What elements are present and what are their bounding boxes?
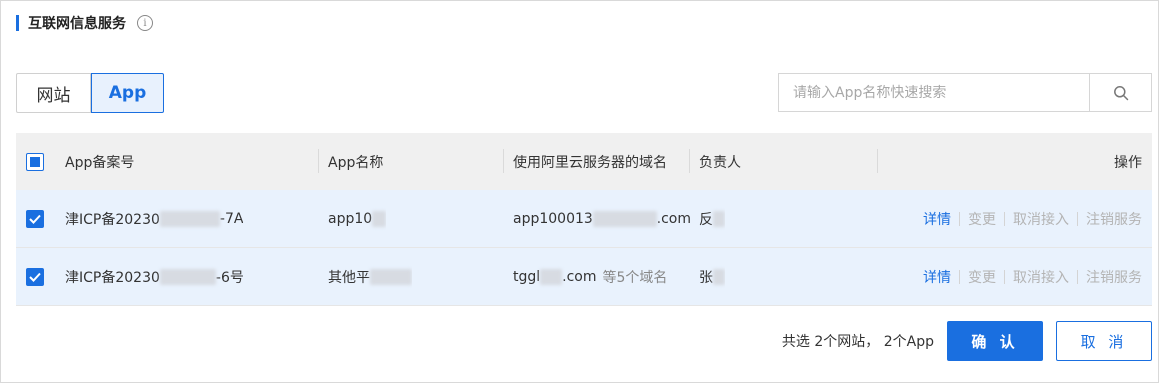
redacted-block bbox=[370, 268, 412, 285]
app-name-text: app10 bbox=[328, 210, 373, 227]
action-divider bbox=[1077, 269, 1078, 284]
confirm-button[interactable]: 确 认 bbox=[947, 321, 1043, 361]
record-number: 津ICP备20230 -7A bbox=[65, 190, 243, 247]
redacted-block bbox=[713, 268, 725, 285]
table-header: App备案号 App名称 使用阿里云服务器的域名 负责人 操作 bbox=[16, 133, 1152, 190]
domain: tggl .com 等5个域名 bbox=[513, 248, 667, 305]
row-checkbox[interactable] bbox=[26, 267, 44, 286]
action-divider bbox=[959, 269, 960, 284]
owner-name: 反 bbox=[699, 211, 713, 228]
row-checkbox[interactable] bbox=[26, 209, 44, 228]
column-header-record-no: App备案号 bbox=[65, 154, 135, 171]
info-circle-icon[interactable]: i bbox=[137, 15, 153, 31]
row-actions: 详情 变更 取消接入 注销服务 bbox=[923, 248, 1142, 305]
column-divider bbox=[503, 149, 504, 173]
app-name-text: 其他平 bbox=[328, 269, 370, 286]
action-divider bbox=[1077, 211, 1078, 226]
footer-bar: 共选 2个网站， 2个App 确 认 取 消 bbox=[1, 321, 1159, 361]
action-divider bbox=[1004, 269, 1005, 284]
deregister-link[interactable]: 注销服务 bbox=[1086, 209, 1142, 229]
record-number-prefix: 津ICP备20230 bbox=[65, 211, 160, 228]
domain-suffix: .com bbox=[656, 210, 691, 227]
detail-link[interactable]: 详情 bbox=[923, 267, 951, 287]
redacted-block bbox=[540, 268, 563, 285]
redacted-block bbox=[713, 210, 725, 227]
selection-summary: 共选 2个网站， 2个App bbox=[781, 334, 934, 350]
service-panel: 互联网信息服务 i 网站 App App备案号 App名称 使用阿里云服务器的域… bbox=[0, 0, 1159, 383]
column-header-domain: 使用阿里云服务器的域名 bbox=[513, 154, 667, 171]
owner-name: 张 bbox=[699, 269, 713, 286]
redacted-block bbox=[372, 210, 387, 227]
cancel-access-link[interactable]: 取消接入 bbox=[1013, 267, 1069, 287]
column-header-app-name: App名称 bbox=[328, 154, 384, 171]
cancel-access-link[interactable]: 取消接入 bbox=[1013, 209, 1069, 229]
select-all-checkbox[interactable] bbox=[26, 152, 44, 171]
type-switch: 网站 App bbox=[16, 73, 164, 113]
record-number-suffix: -7A bbox=[219, 210, 244, 227]
record-number: 津ICP备20230 -6号 bbox=[65, 248, 244, 305]
domain-prefix: tggl bbox=[513, 268, 541, 285]
domain: app100013 .com bbox=[513, 190, 691, 247]
owner: 反 bbox=[699, 190, 725, 247]
redacted-block bbox=[592, 210, 657, 227]
app-table: App备案号 App名称 使用阿里云服务器的域名 负责人 操作 津ICP备202… bbox=[16, 133, 1152, 306]
change-link[interactable]: 变更 bbox=[968, 209, 996, 229]
domain-more-count: 等5个域名 bbox=[602, 269, 668, 286]
cancel-button[interactable]: 取 消 bbox=[1056, 321, 1152, 361]
domain-suffix: .com bbox=[562, 268, 597, 285]
column-header-owner: 负责人 bbox=[699, 154, 741, 171]
tab-app[interactable]: App bbox=[91, 73, 164, 113]
table-row: 津ICP备20230 -6号 其他平 tggl .com 等5个域名 张 详情 bbox=[16, 248, 1152, 306]
change-link[interactable]: 变更 bbox=[968, 267, 996, 287]
record-number-prefix: 津ICP备20230 bbox=[65, 269, 160, 286]
search-box bbox=[778, 73, 1152, 112]
deregister-link[interactable]: 注销服务 bbox=[1086, 267, 1142, 287]
app-name: app10 bbox=[328, 190, 387, 247]
search-button[interactable] bbox=[1089, 74, 1151, 111]
tab-website[interactable]: 网站 bbox=[16, 73, 91, 113]
app-name: 其他平 bbox=[328, 248, 412, 305]
owner: 张 bbox=[699, 248, 725, 305]
search-input[interactable] bbox=[779, 74, 1089, 111]
detail-link[interactable]: 详情 bbox=[923, 209, 951, 229]
column-divider bbox=[318, 149, 319, 173]
section-accent-bar bbox=[16, 15, 19, 31]
check-icon bbox=[29, 272, 41, 282]
column-divider bbox=[689, 149, 690, 173]
section-title: 互联网信息服务 bbox=[28, 16, 126, 32]
table-row: 津ICP备20230 -7A app10 app100013 .com 反 详情… bbox=[16, 190, 1152, 248]
action-divider bbox=[1004, 211, 1005, 226]
section-header: 互联网信息服务 i bbox=[16, 13, 153, 33]
record-number-suffix: -6号 bbox=[215, 269, 244, 286]
domain-prefix: app100013 bbox=[513, 210, 593, 227]
column-divider bbox=[877, 149, 878, 173]
redacted-block bbox=[159, 210, 220, 227]
search-icon bbox=[1113, 85, 1128, 100]
row-actions: 详情 变更 取消接入 注销服务 bbox=[923, 190, 1142, 247]
check-icon bbox=[29, 214, 41, 224]
column-header-actions: 操作 bbox=[1114, 154, 1142, 171]
redacted-block bbox=[159, 268, 216, 285]
action-divider bbox=[959, 211, 960, 226]
